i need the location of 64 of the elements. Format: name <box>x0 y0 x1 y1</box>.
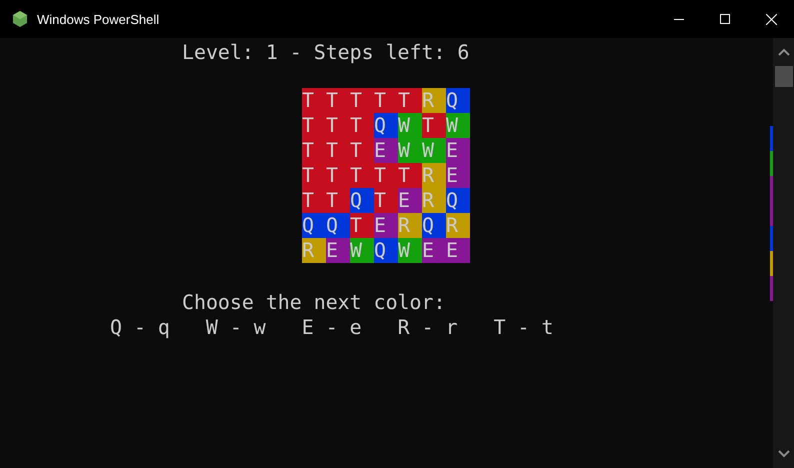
grid-cell: T <box>302 138 326 163</box>
grid-cell: R <box>446 213 470 238</box>
grid-cell: R <box>302 238 326 263</box>
status-line: Level: 1 - Steps left: 6 <box>181 40 470 65</box>
grid-cell: Q <box>302 213 326 238</box>
maximize-icon[interactable] <box>720 14 730 24</box>
grid-cell: T <box>326 88 350 113</box>
grid-cell: Q <box>326 213 350 238</box>
grid-cell: T <box>350 88 374 113</box>
grid-cell: T <box>398 163 422 188</box>
scroll-up-icon[interactable] <box>778 48 790 56</box>
grid-cell: E <box>446 163 470 188</box>
grid-cell: Q <box>422 213 446 238</box>
color-option: W - w <box>206 315 266 340</box>
grid-cell: R <box>422 163 446 188</box>
grid-cell: E <box>446 138 470 163</box>
grid-cell: W <box>446 113 470 138</box>
scrollbar[interactable] <box>773 38 794 468</box>
prompt-text: Choose the next color: <box>181 290 446 315</box>
grid-cell: W <box>398 238 422 263</box>
grid-cell: Q <box>374 238 398 263</box>
grid-cell: R <box>422 188 446 213</box>
grid-cell: T <box>326 163 350 188</box>
grid-cell: E <box>374 138 398 163</box>
grid-cell: W <box>398 138 422 163</box>
grid-cell: T <box>350 213 374 238</box>
grid-cell: W <box>422 138 446 163</box>
grid-cell: T <box>302 188 326 213</box>
grid-cell: Q <box>446 88 470 113</box>
grid-cell: Q <box>350 188 374 213</box>
scroll-down-icon[interactable] <box>778 450 790 458</box>
grid-cell: R <box>398 213 422 238</box>
close-icon[interactable] <box>766 14 776 24</box>
app-icon <box>11 10 29 28</box>
grid-cell: T <box>374 188 398 213</box>
grid-cell: E <box>374 213 398 238</box>
grid-cell: T <box>326 188 350 213</box>
grid-cell: T <box>302 88 326 113</box>
color-option: R - r <box>398 315 458 340</box>
grid-cell: T <box>374 88 398 113</box>
grid-cell: T <box>422 113 446 138</box>
grid-cell: Q <box>374 113 398 138</box>
grid-cell: E <box>326 238 350 263</box>
grid-cell: R <box>422 88 446 113</box>
grid-cell: T <box>326 113 350 138</box>
window-title: Windows PowerShell <box>37 12 160 26</box>
grid-cell: T <box>326 138 350 163</box>
grid-cell: Q <box>446 188 470 213</box>
grid-cell: W <box>350 238 374 263</box>
grid-cell: T <box>398 88 422 113</box>
grid-cell: W <box>398 113 422 138</box>
grid-cell: T <box>302 163 326 188</box>
grid-cell: T <box>302 113 326 138</box>
scroll-thumb[interactable] <box>774 66 792 87</box>
color-option: Q - q <box>110 315 170 340</box>
grid-cell: E <box>422 238 446 263</box>
color-option: T - t <box>494 315 554 340</box>
grid-cell: E <box>398 188 422 213</box>
grid-cell: T <box>350 138 374 163</box>
grid-cell: T <box>374 163 398 188</box>
grid-cell: T <box>350 163 374 188</box>
grid-cell: E <box>446 238 470 263</box>
grid-cell: T <box>350 113 374 138</box>
color-option: E - e <box>302 315 362 340</box>
